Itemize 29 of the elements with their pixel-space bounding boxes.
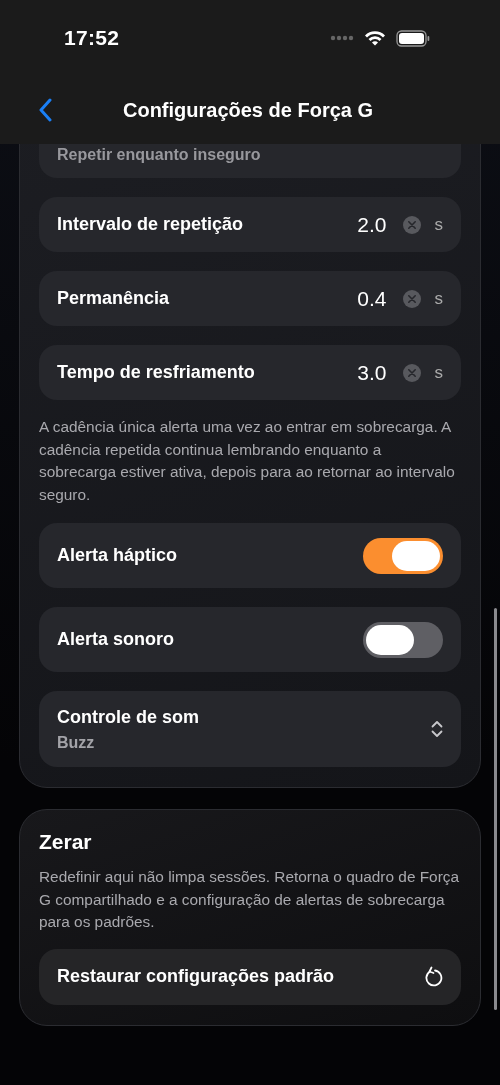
- section-title: Zerar: [39, 830, 93, 854]
- setting-label: Controle de som: [57, 706, 200, 728]
- setting-label: Tempo de resfriamento: [57, 362, 256, 383]
- setting-label: Permanência: [57, 288, 171, 309]
- number-value[interactable]: 0.4: [357, 286, 387, 311]
- up-down-chevron-icon: [431, 720, 443, 738]
- setting-label: Intervalo de repetição: [57, 214, 245, 235]
- unit-label: s: [434, 214, 443, 235]
- unit-label: s: [434, 288, 443, 309]
- screen-title: Configurações de Força G: [121, 98, 375, 122]
- help-text: A cadência única alerta uma vez ao entrar em sobrecarga. A cadência repetida continua lembrando enquanto a sobrecarga estiver ativa, depois para ao retornar ao intervalo seguro.: [39, 417, 456, 505]
- setting-label: Alerta sonoro: [57, 629, 176, 650]
- section-description: Redefinir aqui não limpa sessões. Retorna o quadro de Força G compartilhado e a configuração de alertas de sobrecarga para os padrões.: [39, 867, 461, 932]
- unit-label: s: [434, 362, 443, 383]
- signal-icon: [330, 35, 354, 41]
- picker-row[interactable]: Controle de som Buzz: [39, 691, 461, 767]
- reset-icon: [423, 965, 443, 988]
- number-value[interactable]: 2.0: [357, 212, 387, 237]
- toggle-switch[interactable]: [363, 537, 443, 574]
- number-value[interactable]: 3.0: [357, 360, 387, 385]
- picker-row[interactable]: Repetir enquanto inseguro: [39, 144, 461, 178]
- picker-value: Buzz: [57, 733, 96, 752]
- restore-defaults-button[interactable]: Restaurar configurações padrão: [39, 948, 461, 1005]
- toggle-switch[interactable]: [363, 621, 443, 658]
- battery-icon: [396, 29, 430, 47]
- wifi-icon: [364, 30, 386, 46]
- setting-label: Alerta háptico: [57, 545, 179, 566]
- back-icon[interactable]: [38, 98, 52, 122]
- status-time: 17:52: [64, 26, 121, 50]
